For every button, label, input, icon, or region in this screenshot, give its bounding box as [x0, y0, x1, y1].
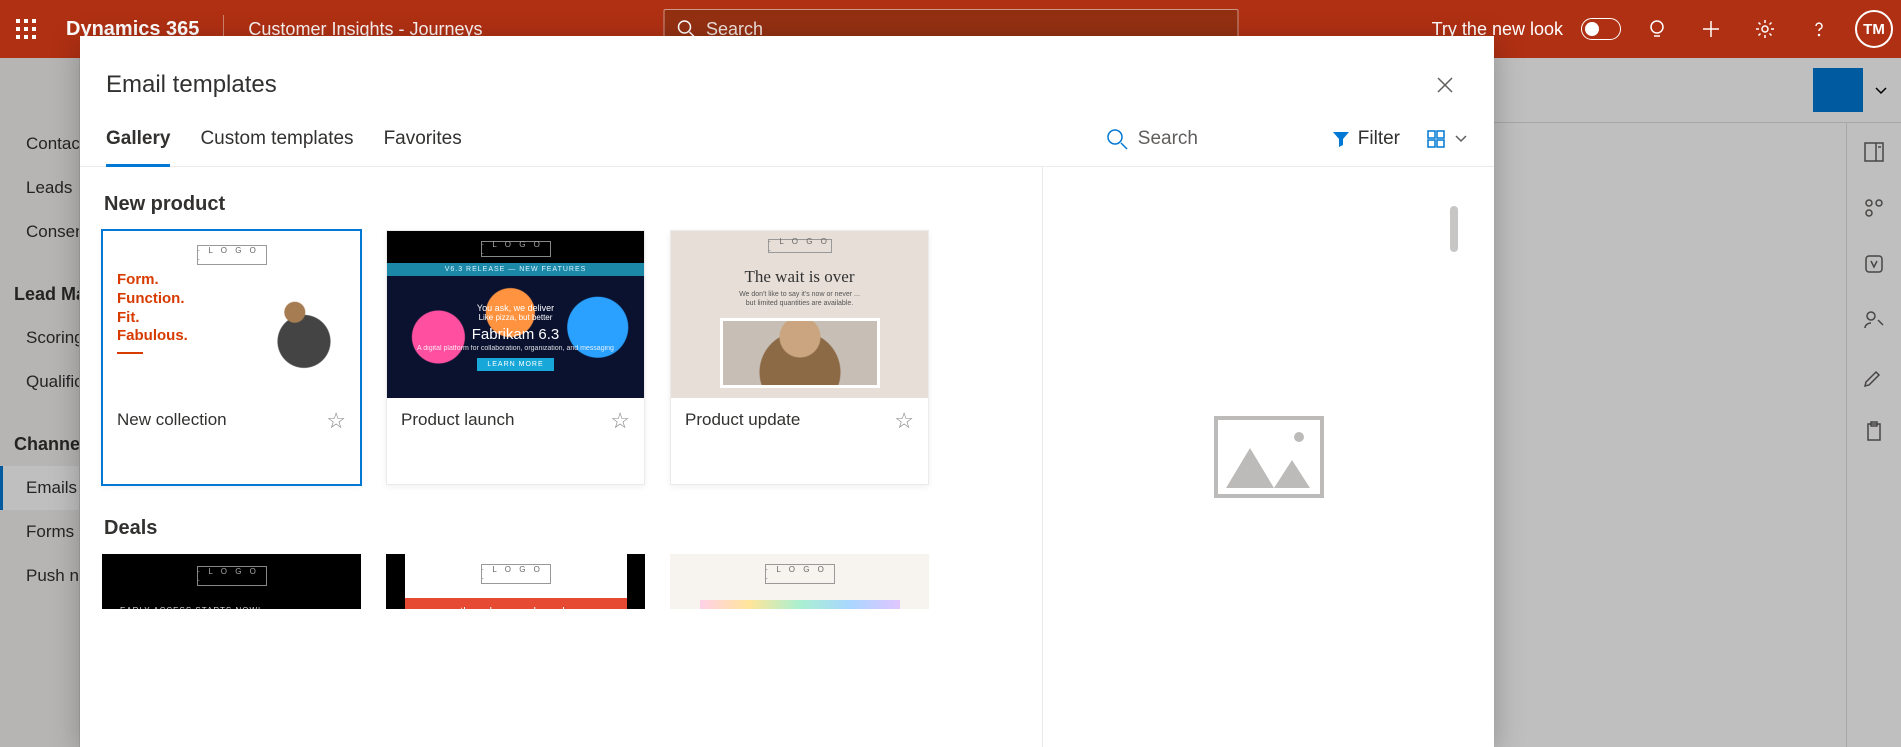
grid-view-icon: [1426, 129, 1446, 149]
template-thumbnail: · L O G O · EARLY ACCESS STARTS NOW!: [102, 554, 361, 609]
close-icon: [1436, 76, 1454, 94]
template-thumbnail: · L O G O · V6.3 RELEASE — NEW FEATURES …: [387, 231, 644, 398]
gear-icon[interactable]: [1747, 11, 1783, 47]
add-icon[interactable]: [1693, 11, 1729, 47]
chevron-down-icon: [1454, 132, 1468, 146]
template-search[interactable]: [1106, 128, 1306, 150]
gallery-pane[interactable]: New product · L O G O · Form. Function. …: [80, 167, 1042, 747]
filter-label: Filter: [1358, 128, 1400, 150]
template-card-product-update[interactable]: · L O G O · The wait is over We don't li…: [670, 230, 929, 485]
template-name: Product update: [685, 410, 800, 430]
image-placeholder-icon: [1214, 416, 1324, 498]
scrollbar-thumb[interactable]: [1450, 206, 1458, 252]
template-search-input[interactable]: [1138, 128, 1268, 150]
template-thumbnail: · L O G O · The wait is over We don't li…: [671, 231, 928, 398]
favorite-star-icon[interactable]: ☆: [326, 410, 346, 432]
lightbulb-icon[interactable]: [1639, 11, 1675, 47]
search-icon: [1106, 128, 1128, 150]
email-templates-dialog: Email templates Gallery Custom templates…: [80, 36, 1494, 747]
app-launcher-icon[interactable]: [8, 11, 44, 47]
template-card-early-access[interactable]: · L O G O · EARLY ACCESS STARTS NOW!: [102, 554, 361, 609]
template-card-new-collection[interactable]: · L O G O · Form. Function. Fit. Fabulou…: [102, 230, 361, 485]
template-thumbnail: · L O G O · Form. Function. Fit. Fabulou…: [103, 231, 360, 398]
preview-pane: [1042, 167, 1494, 747]
tab-favorites[interactable]: Favorites: [384, 112, 462, 166]
template-name: New collection: [117, 410, 227, 430]
dialog-title: Email templates: [106, 71, 277, 99]
close-button[interactable]: [1428, 68, 1462, 102]
template-name: Product launch: [401, 410, 514, 430]
filter-icon: [1332, 130, 1350, 148]
user-avatar[interactable]: TM: [1855, 10, 1893, 48]
template-thumbnail: · L O G O ·: [670, 554, 929, 609]
tab-custom-templates[interactable]: Custom templates: [200, 112, 353, 166]
view-selector[interactable]: [1426, 129, 1468, 149]
tab-gallery[interactable]: Gallery: [106, 112, 170, 166]
try-new-look-toggle[interactable]: [1581, 18, 1621, 40]
filter-button[interactable]: Filter: [1332, 128, 1400, 150]
favorite-star-icon[interactable]: ☆: [610, 410, 630, 432]
template-card-seasonal[interactable]: · L O G O ·: [670, 554, 929, 609]
template-card-cyber-monday[interactable]: · L O G O · the cyber monday sale: [386, 554, 645, 609]
section-deals-title: Deals: [104, 517, 1020, 540]
section-new-product-title: New product: [104, 193, 1020, 216]
help-icon[interactable]: [1801, 11, 1837, 47]
template-card-product-launch[interactable]: · L O G O · V6.3 RELEASE — NEW FEATURES …: [386, 230, 645, 485]
favorite-star-icon[interactable]: ☆: [894, 410, 914, 432]
dialog-tabs: Gallery Custom templates Favorites Filte…: [80, 112, 1494, 167]
template-thumbnail: · L O G O · the cyber monday sale: [386, 554, 645, 609]
